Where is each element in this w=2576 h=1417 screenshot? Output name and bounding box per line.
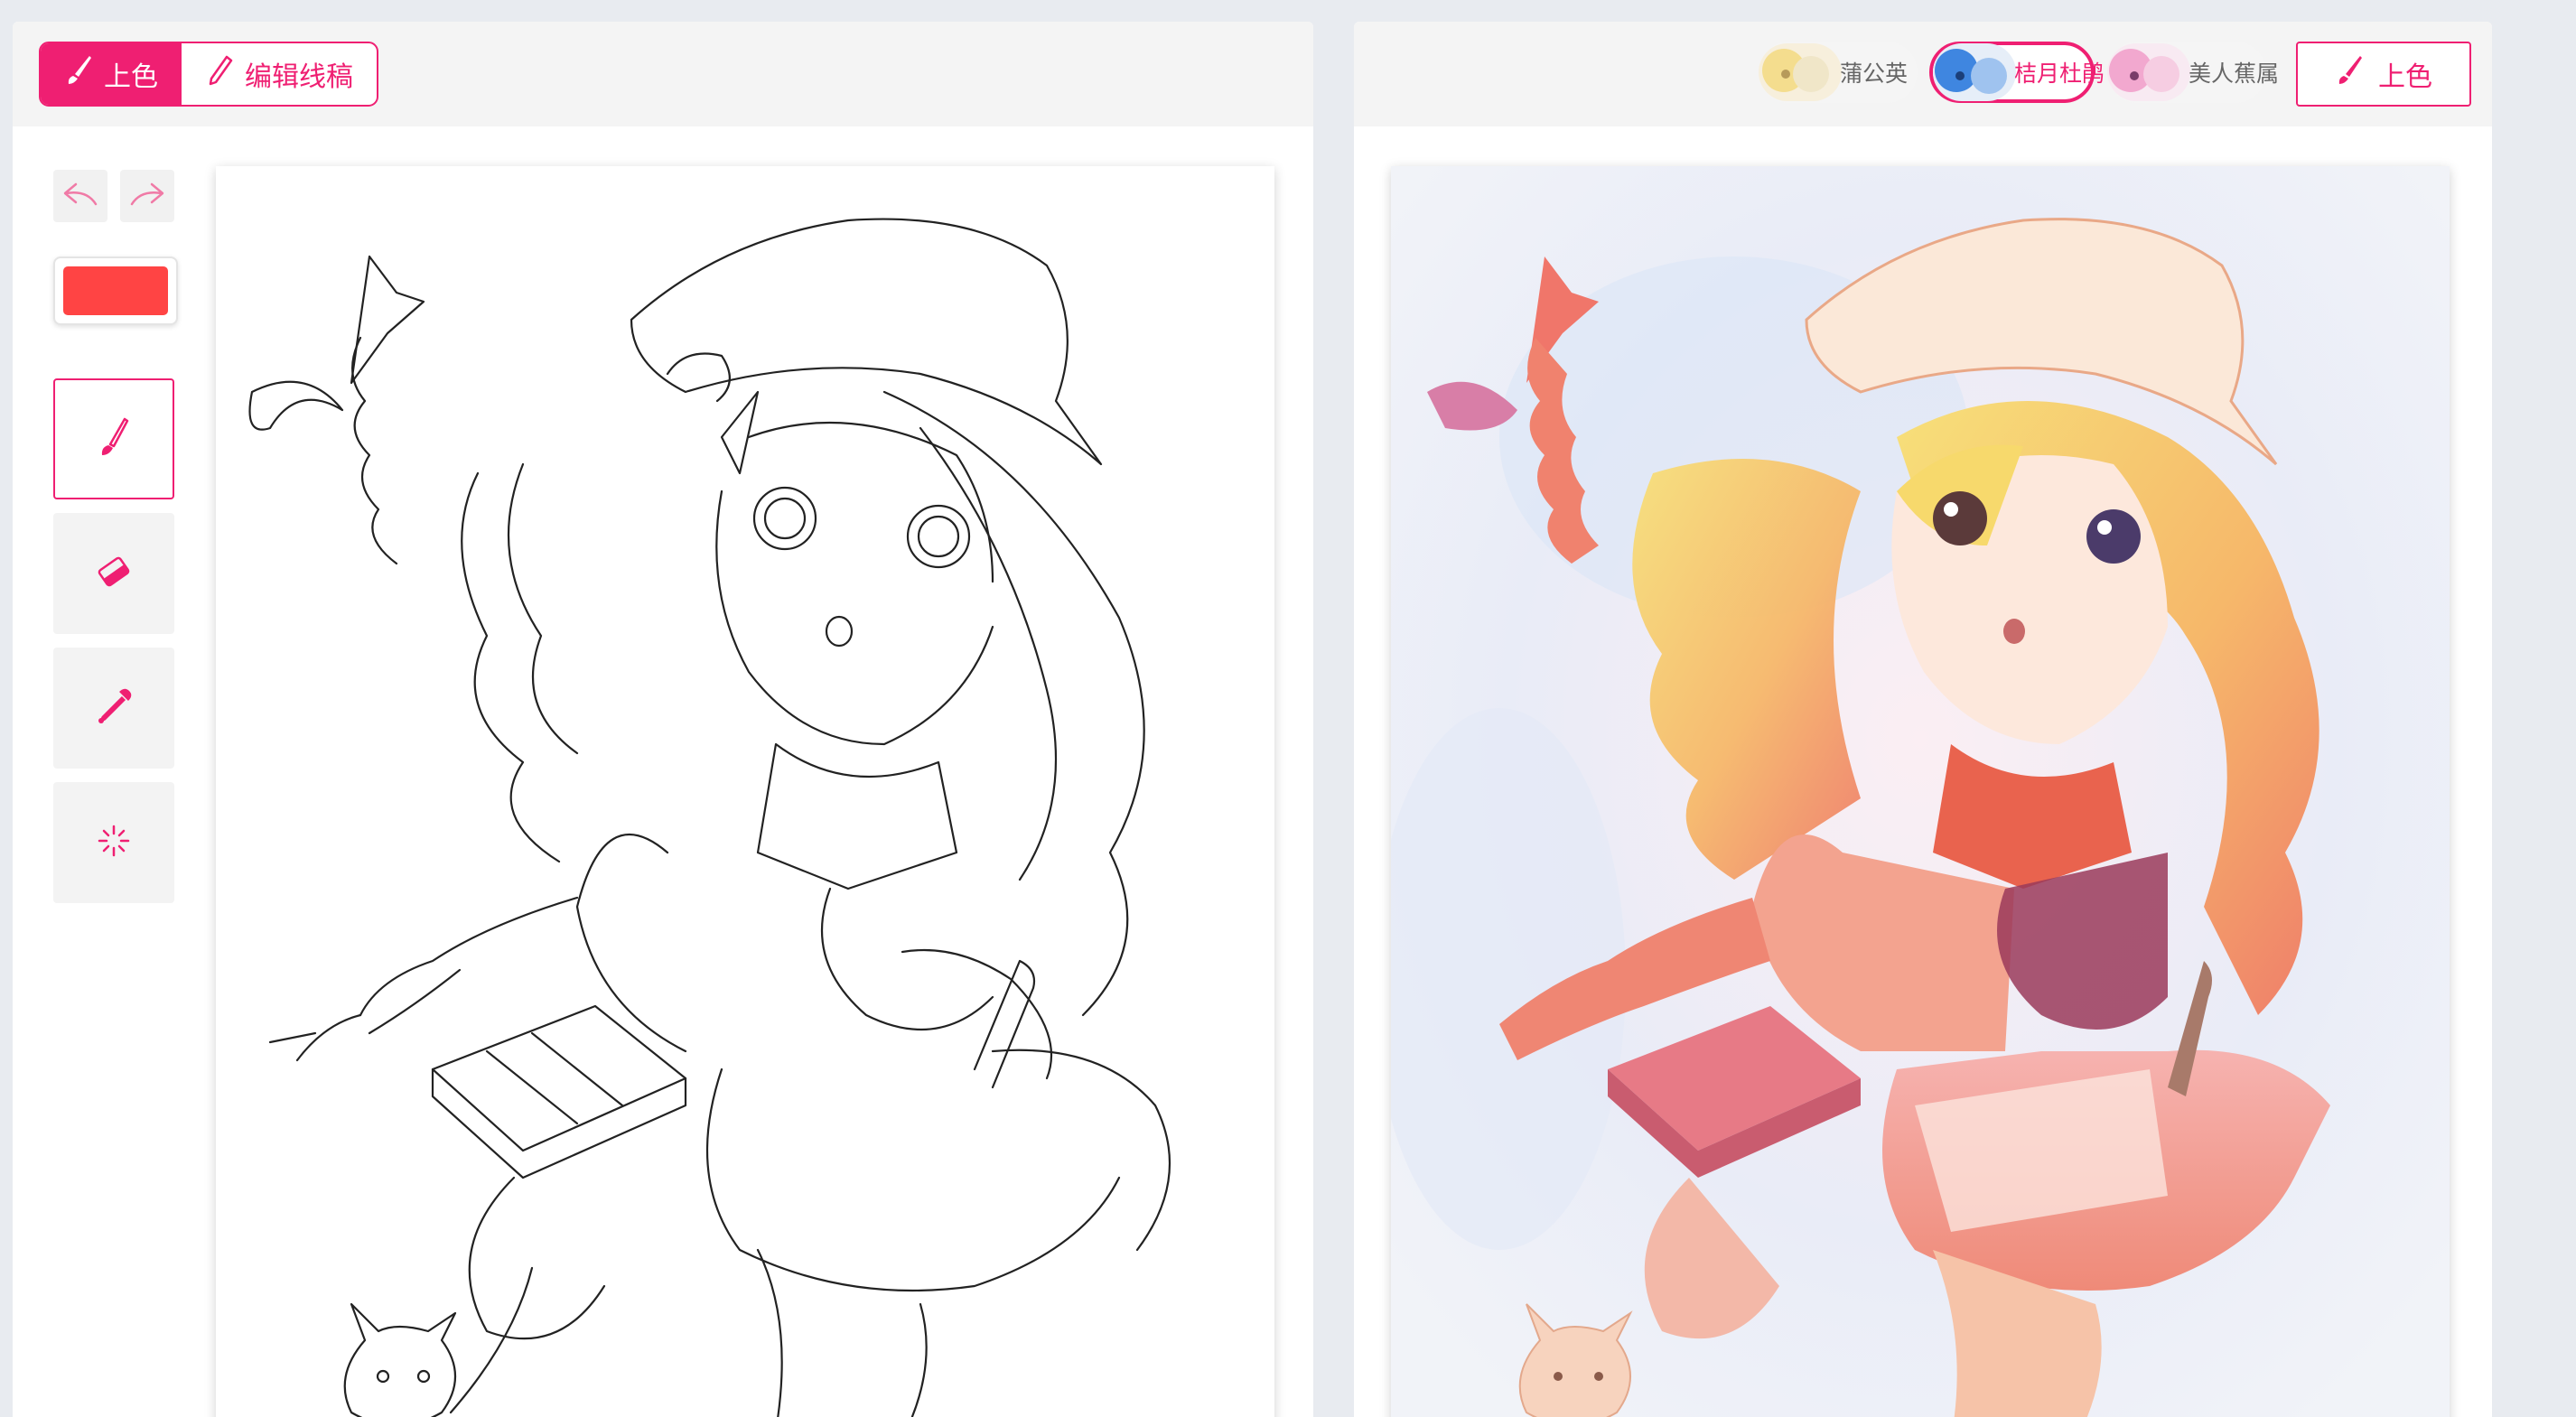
lineart-canvas[interactable] xyxy=(216,166,1274,1417)
redo-button[interactable] xyxy=(120,170,174,222)
spinner-icon xyxy=(89,816,139,870)
canna-thumbnail xyxy=(2107,43,2190,101)
color-swatch[interactable] xyxy=(53,256,178,325)
eyedropper-icon xyxy=(89,681,139,735)
colorize-button[interactable]: 上色 xyxy=(2296,42,2471,107)
brush-tool-button[interactable] xyxy=(53,378,174,499)
brush-icon xyxy=(2335,54,2364,94)
lineart-panel: 上色 编辑线稿 xyxy=(13,22,1313,1417)
tab-colorize-label: 上色 xyxy=(104,61,158,93)
pencil-icon xyxy=(205,54,234,94)
eraser-tool-button[interactable] xyxy=(53,513,174,634)
style-preset-canna[interactable]: 美人蕉属 xyxy=(2107,42,2279,103)
style-preset-dandelion[interactable]: 蒲公英 xyxy=(1759,42,1918,103)
brush-icon xyxy=(89,412,139,466)
redo-icon xyxy=(128,181,166,211)
undo-icon xyxy=(61,181,99,211)
colorize-button-label: 上色 xyxy=(2378,61,2432,93)
eraser-icon xyxy=(89,546,139,601)
eyedropper-tool-button[interactable] xyxy=(53,648,174,769)
result-panel: 蒲公英 桔月杜鹃 美人蕉属 上色 xyxy=(1354,22,2492,1417)
colorized-result xyxy=(1391,166,2450,1417)
spinner-tool-button[interactable] xyxy=(53,782,174,903)
mode-switch: 上色 编辑线稿 xyxy=(39,42,378,107)
tab-edit-lineart-label: 编辑线稿 xyxy=(245,61,353,93)
brush-icon xyxy=(64,54,93,94)
current-color xyxy=(63,266,168,315)
tab-colorize[interactable]: 上色 xyxy=(41,43,182,105)
style-label: 美人蕉属 xyxy=(2189,61,2280,87)
lineart-drawing xyxy=(248,218,1171,1417)
result-panel-header: 蒲公英 桔月杜鹃 美人蕉属 上色 xyxy=(1354,22,2492,126)
style-preset-azalea[interactable]: 桔月杜鹃 xyxy=(1929,42,2105,103)
azalea-thumbnail xyxy=(1933,43,2016,101)
lineart-panel-header: 上色 编辑线稿 xyxy=(13,22,1313,126)
undo-button[interactable] xyxy=(53,170,107,222)
style-label: 桔月杜鹃 xyxy=(2014,61,2105,87)
colorized-illustration xyxy=(1391,166,2450,1417)
style-label: 蒲公英 xyxy=(1840,61,1909,87)
tab-edit-lineart[interactable]: 编辑线稿 xyxy=(182,43,377,105)
dandelion-thumbnail xyxy=(1759,43,1842,101)
